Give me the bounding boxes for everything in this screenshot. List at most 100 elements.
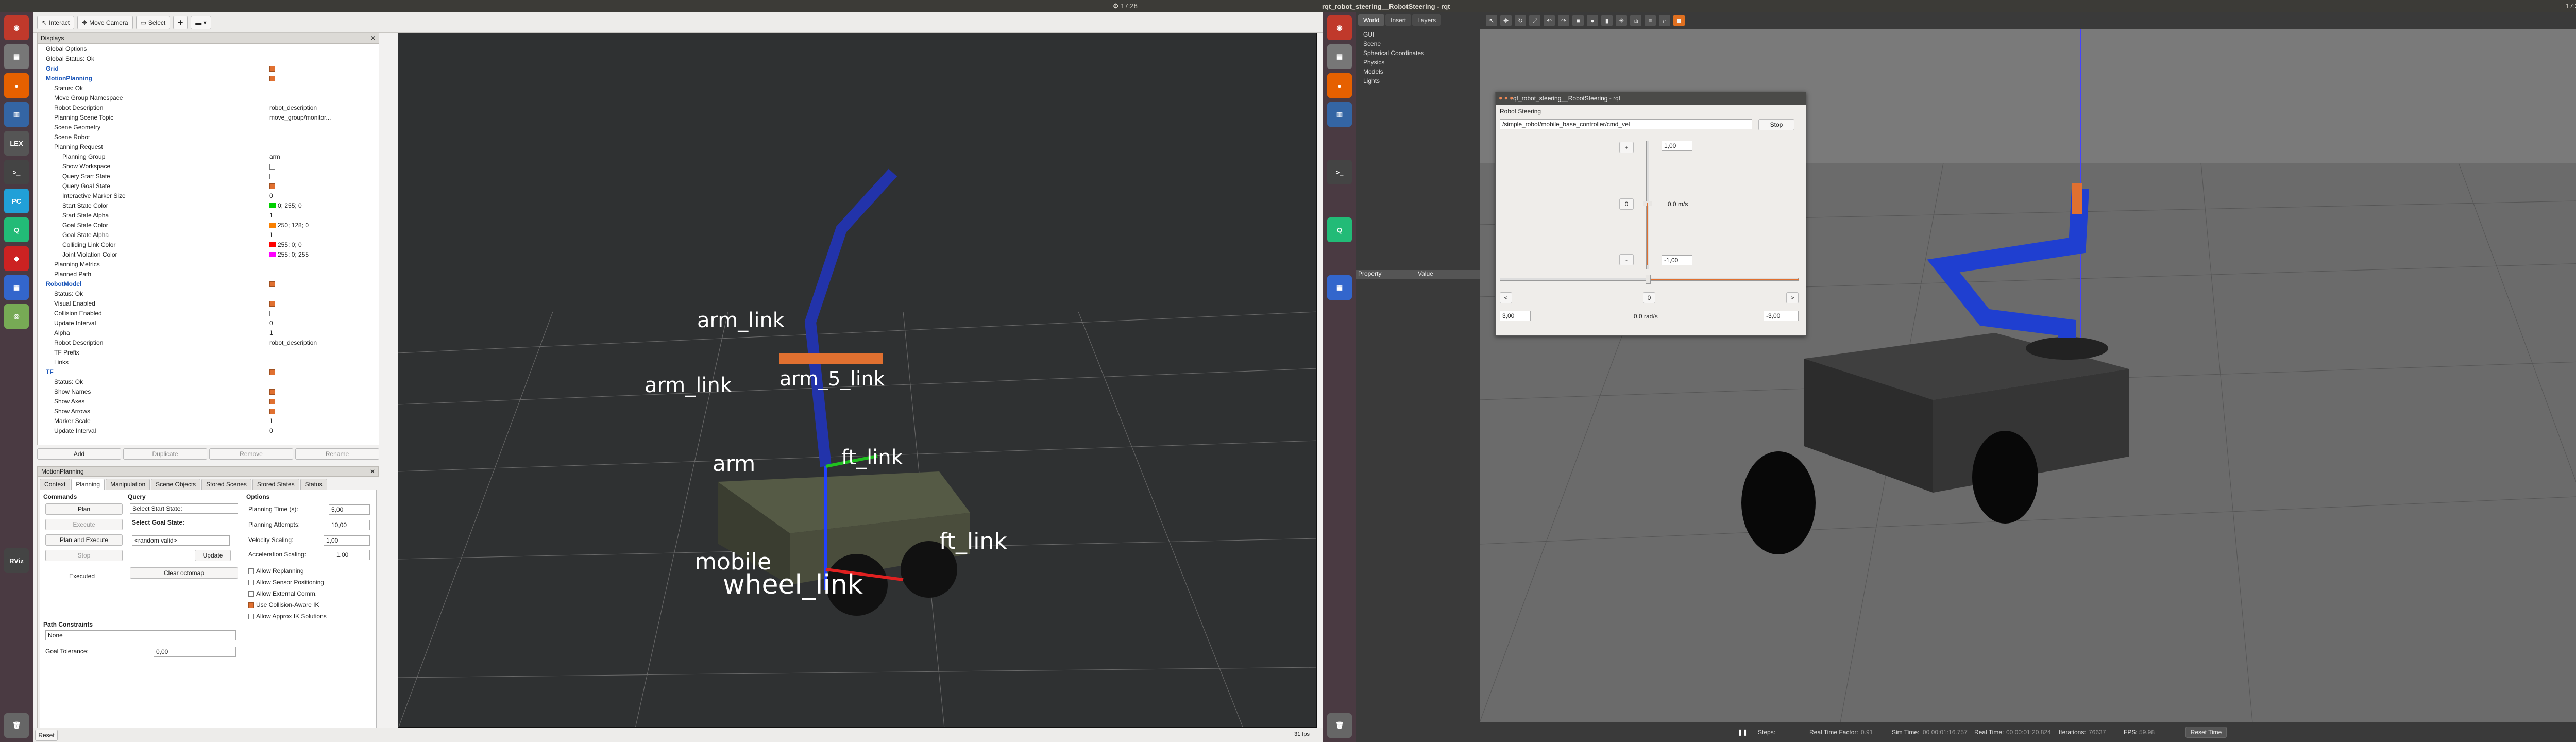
checkbox[interactable] xyxy=(269,173,275,179)
toolbar-menu-button[interactable]: ▬ ▾ xyxy=(191,15,211,29)
checkbox[interactable] xyxy=(248,591,254,597)
tree-row[interactable]: Status: Ok xyxy=(38,377,379,386)
tab-status[interactable]: Status xyxy=(300,479,327,490)
tree-row-value[interactable] xyxy=(269,182,379,190)
displays-tree[interactable]: Global Options Global Status: Ok Grid Motio… xyxy=(37,43,379,445)
tree-row-value[interactable]: 255; 0; 0 xyxy=(269,241,379,248)
goal-tolerance-input[interactable]: 0,00 xyxy=(154,647,236,657)
tab-scene-objects[interactable]: Scene Objects xyxy=(151,479,201,490)
tree-row-value[interactable]: 0 xyxy=(269,427,379,434)
tree-row-value[interactable] xyxy=(269,388,379,395)
angular-zero-button[interactable]: 0 xyxy=(1643,292,1655,303)
linear-minus-button[interactable]: - xyxy=(1619,254,1634,265)
terminal-icon[interactable]: >_ xyxy=(4,160,29,184)
tree-row-value[interactable] xyxy=(269,408,379,415)
remove-button[interactable]: Remove xyxy=(209,448,293,460)
world-item-models[interactable]: Models xyxy=(1363,67,1472,76)
redo-icon[interactable]: ↷ xyxy=(1558,15,1569,26)
tree-row[interactable]: Move Group Namespace xyxy=(38,93,379,103)
tree-row[interactable]: Show Axes xyxy=(38,396,379,406)
reset-time-button[interactable]: Reset Time xyxy=(2185,727,2227,738)
tree-row-value[interactable] xyxy=(269,310,379,317)
window-controls-icon[interactable]: ● ● ● xyxy=(1499,94,1513,102)
checkbox[interactable] xyxy=(269,65,275,72)
checkbox[interactable] xyxy=(248,613,254,619)
qt-icon[interactable]: Q xyxy=(1327,217,1352,242)
tree-row-value[interactable] xyxy=(269,300,379,307)
tree-row[interactable]: Query Goal State xyxy=(38,181,379,191)
settings-icon[interactable]: ⚙ xyxy=(1113,2,1119,10)
tree-row[interactable]: Colliding Link Color 255; 0; 0 xyxy=(38,240,379,249)
checkbox[interactable] xyxy=(269,300,275,307)
tree-row[interactable]: Query Start State xyxy=(38,171,379,181)
tree-row[interactable]: Grid xyxy=(38,63,379,73)
tree-row-value[interactable]: 1 xyxy=(269,212,379,219)
tree-row[interactable]: Planning Scene Topic move_group/monitor..… xyxy=(38,112,379,122)
tree-row-value[interactable]: arm xyxy=(269,153,379,160)
copy-icon[interactable]: ⧉ xyxy=(1630,15,1641,26)
tree-row-value[interactable]: 1 xyxy=(269,329,379,336)
rename-button[interactable]: Rename xyxy=(295,448,379,460)
writer-icon[interactable]: ▥ xyxy=(4,102,29,127)
tree-row[interactable]: Global Status: Ok xyxy=(38,54,379,63)
cylinder-icon[interactable]: ▮ xyxy=(1601,15,1613,26)
checkbox[interactable] xyxy=(269,163,275,170)
color-swatch[interactable] xyxy=(269,242,276,248)
checkbox[interactable] xyxy=(248,579,254,585)
light-icon[interactable]: ☀ xyxy=(1616,15,1627,26)
translate-icon[interactable]: ✥ xyxy=(1500,15,1512,26)
tree-row-value[interactable]: robot_description xyxy=(269,339,379,346)
tree-row[interactable]: Start State Color 0; 255; 0 xyxy=(38,200,379,210)
tree-row[interactable]: Planning Group arm xyxy=(38,151,379,161)
scale-icon[interactable]: ⤢ xyxy=(1529,15,1540,26)
screenshot-icon[interactable]: ◼ xyxy=(1673,15,1685,26)
goal-state-dropdown[interactable]: <random valid> xyxy=(132,535,230,546)
checkbox[interactable] xyxy=(269,389,275,395)
tree-row-value[interactable] xyxy=(269,398,379,405)
checkbox[interactable] xyxy=(269,398,275,404)
topic-input[interactable]: /simple_robot/mobile_base_controller/cmd… xyxy=(1500,119,1752,129)
rviz-3d-view[interactable]: arm_link arm_link arm_5_link arm ft_link… xyxy=(398,33,1317,728)
tree-row[interactable]: Robot Description robot_description xyxy=(38,338,379,347)
tree-row-value[interactable]: 0 xyxy=(269,192,379,199)
tree-row-value[interactable]: 250; 128; 0 xyxy=(269,222,379,229)
tree-row[interactable]: Goal State Color 250; 128; 0 xyxy=(38,220,379,230)
ubuntu-icon[interactable]: ◉ xyxy=(1327,15,1352,40)
stop-button[interactable]: Stop xyxy=(45,550,123,561)
texstudio-icon[interactable]: LEX xyxy=(4,131,29,156)
select-icon[interactable]: ↖ xyxy=(1486,15,1497,26)
snap-icon[interactable]: ∩ xyxy=(1659,15,1670,26)
stop-button[interactable]: Stop xyxy=(1758,119,1794,130)
align-icon[interactable]: ≡ xyxy=(1645,15,1656,26)
option-checkbox[interactable]: Use Collision-Aware IK xyxy=(248,601,319,609)
files-icon[interactable]: ▤ xyxy=(1327,44,1352,69)
rotate-icon[interactable]: ↻ xyxy=(1515,15,1526,26)
sphere-icon[interactable]: ● xyxy=(1587,15,1598,26)
tree-row-value[interactable] xyxy=(269,75,379,82)
tree-row-value[interactable] xyxy=(269,163,379,170)
tree-row[interactable]: Show Arrows xyxy=(38,406,379,416)
tree-row-value[interactable]: 0; 255; 0 xyxy=(269,202,379,209)
checkbox[interactable] xyxy=(269,408,275,414)
interact-tool[interactable]: ↖ Interact xyxy=(37,15,75,29)
angular-right-input[interactable]: -3,00 xyxy=(1764,311,1799,321)
option-checkbox[interactable]: Allow Approx IK Solutions xyxy=(248,613,327,620)
move-camera-tool[interactable]: ✥ Move Camera xyxy=(77,15,133,29)
planning-time-input[interactable]: 5,00 xyxy=(329,504,370,515)
tree-row[interactable]: Update Interval 0 xyxy=(38,426,379,435)
color-swatch[interactable] xyxy=(269,252,276,258)
apps-grid-icon[interactable]: ▦ xyxy=(1327,275,1352,300)
tree-row[interactable]: Marker Scale 1 xyxy=(38,416,379,426)
world-item-gui[interactable]: GUI xyxy=(1363,30,1472,39)
tree-row-value[interactable] xyxy=(269,65,379,72)
tree-row[interactable]: Links xyxy=(38,357,379,367)
files-icon[interactable]: ▤ xyxy=(4,44,29,69)
tree-row[interactable]: Status: Ok xyxy=(38,289,379,298)
checkbox[interactable] xyxy=(269,369,275,375)
tree-row[interactable]: MotionPlanning xyxy=(38,73,379,83)
angular-right-button[interactable]: > xyxy=(1786,292,1799,303)
tree-row-value[interactable]: 255; 0; 255 xyxy=(269,251,379,258)
close-icon[interactable]: ✕ xyxy=(370,468,375,475)
undo-icon[interactable]: ↶ xyxy=(1544,15,1555,26)
close-icon[interactable]: ✕ xyxy=(370,35,376,42)
